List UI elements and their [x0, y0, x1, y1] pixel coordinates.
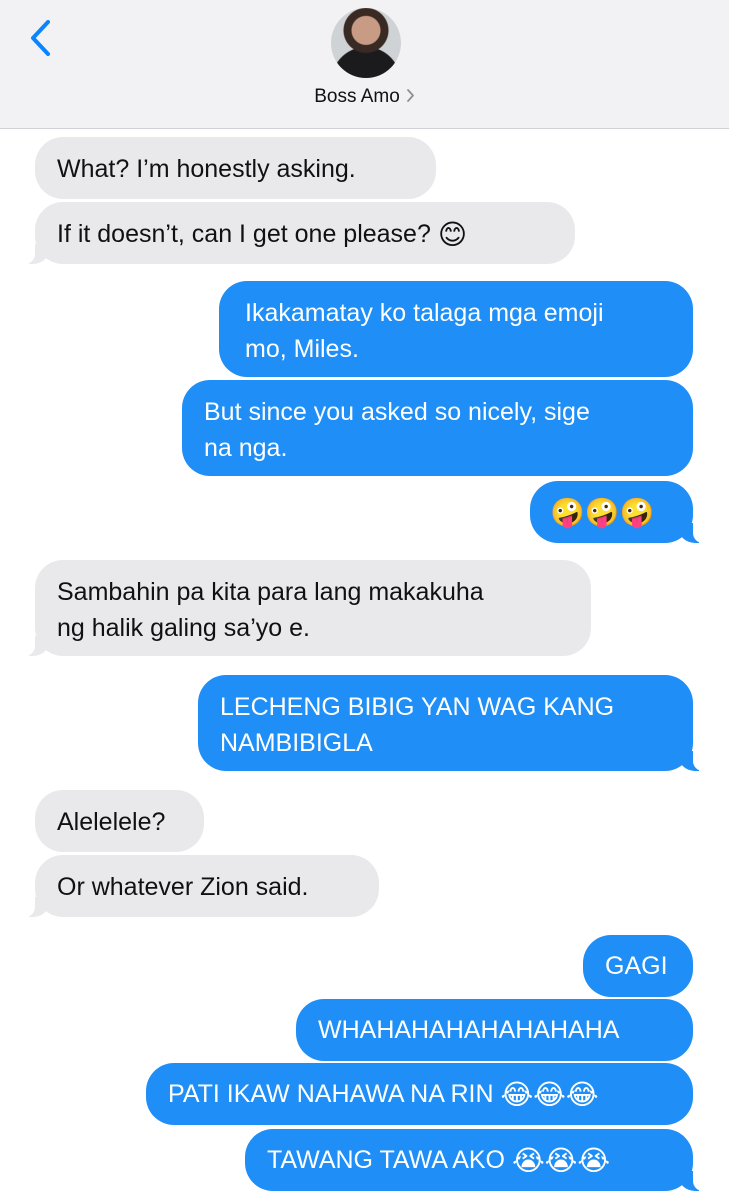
contact-name: Boss Amo: [314, 86, 400, 107]
incoming-message-bubble[interactable]: If it doesn’t, can I get one please? 😊: [21, 202, 575, 264]
message-line: LECHENG BIBIG YAN WAG KANG: [220, 693, 615, 721]
message-text: Or whatever Zion said.: [57, 873, 309, 901]
outgoing-message-bubble[interactable]: But since you asked so nicely, sige na n…: [182, 380, 693, 476]
outgoing-message-bubble[interactable]: WHAHAHAHAHAHAHAHA: [296, 999, 693, 1061]
outgoing-message-bubble[interactable]: TAWANG TAWA AKO 😭😭😭: [245, 1129, 707, 1191]
smiling-face-emoji: 😊: [437, 218, 468, 251]
message-line: ng halik galing sa’yo e.: [57, 614, 310, 642]
outgoing-message-bubble[interactable]: GAGI: [583, 935, 693, 997]
message-line: NAMBIBIGLA: [220, 729, 373, 757]
message-text: PATI IKAW NAHAWA NA RIN: [168, 1080, 494, 1108]
message-line: mo, Miles.: [245, 335, 359, 363]
incoming-message-bubble[interactable]: What? I’m honestly asking.: [35, 137, 436, 199]
outgoing-message-bubble[interactable]: Ikakamatay ko talaga mga emoji mo, Miles…: [219, 281, 693, 377]
chevron-right-icon: [406, 89, 414, 102]
tears-of-joy-emoji: 😂😂😂: [500, 1078, 599, 1111]
contact-avatar[interactable]: [331, 8, 401, 78]
message-line: But since you asked so nicely, sige: [204, 398, 590, 426]
incoming-message-bubble[interactable]: Or whatever Zion said.: [21, 855, 379, 917]
message-text: What? I’m honestly asking.: [57, 155, 356, 183]
message-text: WHAHAHAHAHAHAHAHA: [318, 1016, 620, 1044]
outgoing-message-bubble[interactable]: LECHENG BIBIG YAN WAG KANG NAMBIBIGLA: [198, 675, 707, 771]
message-text: If it doesn’t, can I get one please?: [57, 220, 431, 248]
message-text: TAWANG TAWA AKO: [267, 1146, 505, 1174]
chevron-left-icon[interactable]: [26, 18, 58, 58]
message-line: Ikakamatay ko talaga mga emoji: [245, 299, 604, 327]
contact-name-button[interactable]: Boss Amo: [0, 86, 729, 108]
conversation-header: Boss Amo: [0, 0, 729, 129]
incoming-message-bubble[interactable]: Sambahin pa kita para lang makakuha ng h…: [21, 560, 591, 656]
message-line: Sambahin pa kita para lang makakuha: [57, 578, 484, 606]
outgoing-message-bubble[interactable]: PATI IKAW NAHAWA NA RIN 😂😂😂: [146, 1063, 693, 1125]
zany-face-emoji: 🤪🤪🤪: [550, 496, 655, 529]
message-text: GAGI: [605, 952, 668, 980]
message-text: Alelelele?: [57, 808, 166, 836]
incoming-message-bubble[interactable]: Alelelele?: [35, 790, 204, 852]
loudly-crying-emoji: 😭😭😭: [511, 1144, 611, 1177]
message-line: na nga.: [204, 434, 288, 462]
outgoing-message-bubble[interactable]: 🤪🤪🤪: [530, 481, 707, 543]
